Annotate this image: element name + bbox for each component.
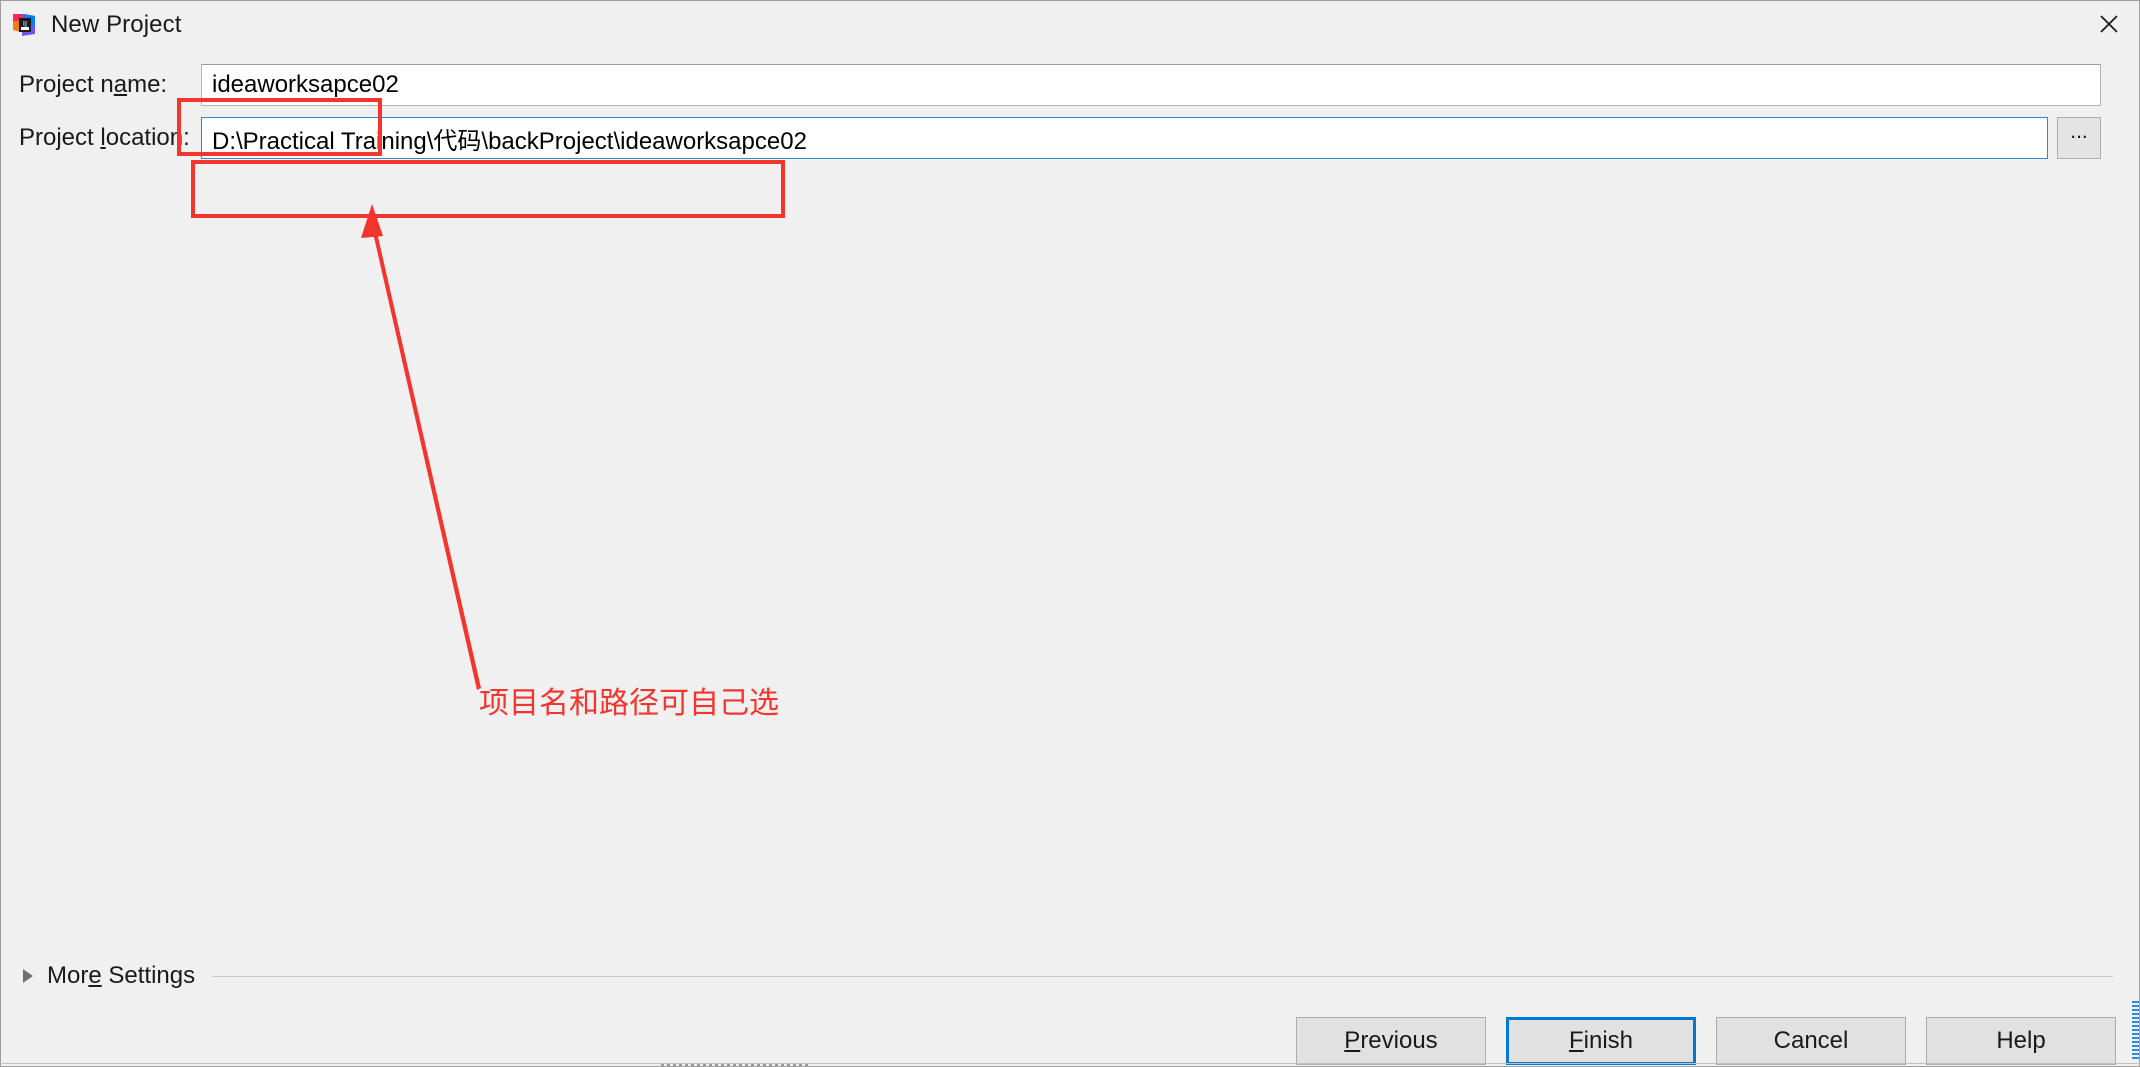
annotation-note-text: 项目名和路径可自己选 <box>479 686 779 721</box>
ellipsis-icon: ... <box>2070 120 2088 143</box>
more-settings-separator <box>213 975 2113 977</box>
annotation-arrow-icon <box>331 198 561 698</box>
cancel-button[interactable]: Cancel <box>1716 1017 1906 1065</box>
new-project-dialog: IJ New Project Project name: ideaworksap… <box>0 0 2140 1067</box>
help-button[interactable]: Help <box>1926 1017 2116 1065</box>
chevron-right-icon[interactable] <box>23 969 33 983</box>
bottom-divider <box>2 1063 2138 1064</box>
more-settings-section[interactable]: More Settings <box>1 956 2139 996</box>
project-location-input[interactable]: D:\Practical Training\代码\backProject\ide… <box>201 117 2048 159</box>
annotation-highlight-project-location <box>191 160 785 218</box>
project-name-row: Project name: ideaworksapce02 <box>1 63 2139 107</box>
finish-button[interactable]: Finish <box>1506 1017 1696 1065</box>
project-location-label: Project location: <box>19 124 190 151</box>
project-name-input[interactable]: ideaworksapce02 <box>201 64 2101 106</box>
scrollbar-artifact <box>2132 1001 2139 1061</box>
more-settings-label: More Settings <box>47 962 196 989</box>
previous-button[interactable]: Previous <box>1296 1017 1486 1065</box>
dialog-content: Project name: ideaworksapce02 Project lo… <box>1 48 2139 948</box>
dialog-button-bar: Previous Finish Cancel Help <box>1 1014 2139 1066</box>
project-location-row: Project location: D:\Practical Training\… <box>1 116 2139 160</box>
project-name-label: Project name: <box>19 71 168 98</box>
project-name-value: ideaworksapce02 <box>212 71 399 98</box>
window-title: New Project <box>51 10 182 38</box>
intellij-idea-icon: IJ <box>11 12 37 38</box>
close-icon[interactable] <box>2077 1 2139 46</box>
project-location-value: D:\Practical Training\代码\backProject\ide… <box>212 127 807 155</box>
svg-text:IJ: IJ <box>23 20 27 28</box>
browse-button[interactable]: ... <box>2057 117 2101 159</box>
title-bar: IJ New Project <box>1 1 2139 48</box>
